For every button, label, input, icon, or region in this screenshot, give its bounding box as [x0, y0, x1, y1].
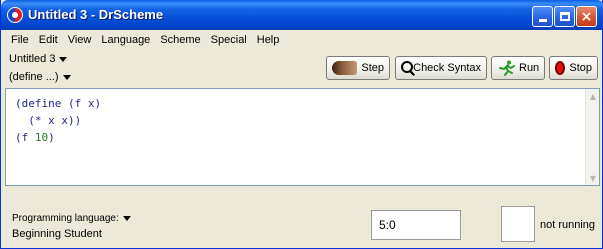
run-status: not running [540, 219, 596, 231]
document-name-label: Untitled 3 [9, 53, 56, 65]
code-line: (define (f x) [15, 97, 102, 110]
title-bar[interactable]: Untitled 3 - DrScheme × [1, 0, 603, 30]
scroll-down-icon[interactable]: ▼ [587, 172, 599, 184]
stop-button[interactable]: Stop [549, 56, 598, 80]
drscheme-logo-icon [7, 7, 23, 23]
maximize-icon [559, 12, 570, 21]
window-title: Untitled 3 - DrScheme [28, 7, 164, 22]
drscheme-window: Untitled 3 - DrScheme × File Edit View L… [0, 0, 603, 249]
close-icon: × [580, 8, 593, 25]
check-syntax-label: Check Syntax [413, 62, 481, 74]
running-indicator [501, 206, 535, 242]
menu-bar: File Edit View Language Scheme Special H… [2, 30, 603, 49]
run-button-label: Run [519, 62, 540, 74]
check-syntax-button[interactable]: Check Syntax [395, 56, 487, 80]
scroll-up-icon[interactable]: ▲ [587, 90, 599, 102]
code-line: (f 10) [15, 131, 55, 144]
close-button[interactable]: × [576, 6, 597, 27]
stop-sign-icon [555, 61, 566, 75]
menu-edit[interactable]: Edit [39, 34, 58, 46]
menu-special[interactable]: Special [211, 34, 247, 46]
number-literal: 10 [34, 131, 49, 144]
code-line: (* x x)) [15, 114, 82, 127]
menu-scheme[interactable]: Scheme [160, 34, 200, 46]
define-menu-label: (define ...) [9, 71, 59, 83]
language-value: Beginning Student [12, 228, 102, 240]
definitions-editor[interactable]: (define (f x) (* x x)) (f 10) ▲ ▼ [5, 88, 600, 186]
vertical-scrollbar[interactable]: ▲ ▼ [585, 89, 599, 185]
foot-icon [332, 61, 358, 75]
minimize-icon [538, 19, 547, 22]
code-area[interactable]: (define (f x) (* x x)) (f 10) [15, 95, 101, 146]
menu-view[interactable]: View [68, 34, 92, 46]
running-man-icon [497, 60, 515, 76]
define-menu[interactable]: (define ...) [9, 71, 71, 83]
magnifier-icon [401, 61, 414, 75]
dropdown-arrow-icon [59, 56, 68, 62]
step-button-label: Step [361, 62, 384, 74]
cursor-position: 5:0 [371, 210, 461, 240]
step-button[interactable]: Step [326, 56, 390, 80]
stop-button-label: Stop [569, 62, 592, 74]
language-label: Programming language: [12, 213, 119, 224]
menu-language[interactable]: Language [101, 34, 150, 46]
dropdown-arrow-icon [62, 74, 71, 80]
document-name-menu[interactable]: Untitled 3 [9, 53, 68, 65]
menu-file[interactable]: File [11, 34, 29, 46]
minimize-button[interactable] [532, 6, 553, 27]
run-button[interactable]: Run [491, 56, 545, 80]
maximize-button[interactable] [554, 6, 575, 27]
language-menu[interactable]: Programming language: [12, 213, 131, 224]
dropdown-arrow-icon [122, 215, 131, 221]
menu-help[interactable]: Help [257, 34, 280, 46]
